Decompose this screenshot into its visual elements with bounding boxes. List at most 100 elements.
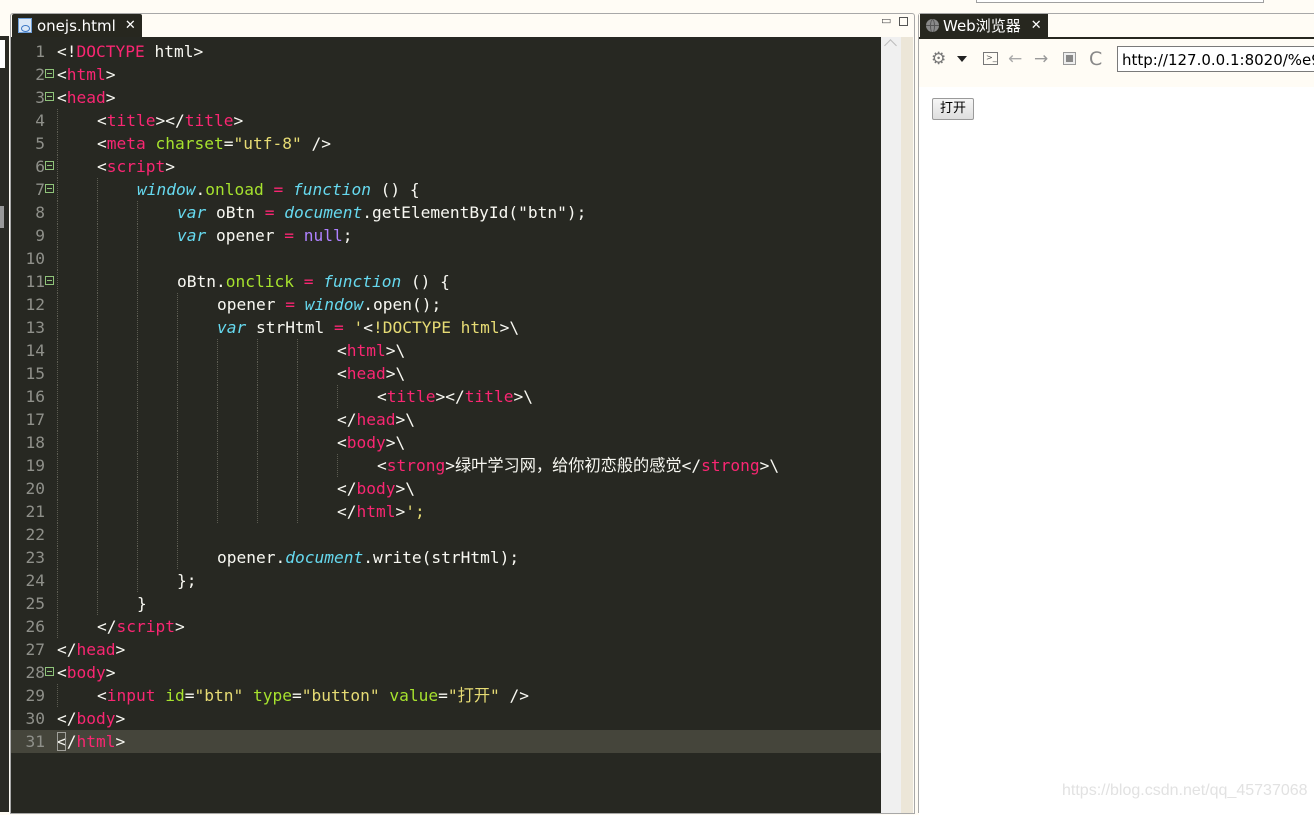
code-line[interactable]: 16 <title></title>\ <box>11 385 881 408</box>
minimize-icon[interactable]: ▭ <box>881 14 891 27</box>
indent-guide <box>97 431 98 454</box>
scroll-up-icon[interactable] <box>884 39 897 52</box>
code-line[interactable]: 8 var oBtn = document.getElementById("btn… <box>11 201 881 224</box>
indent-guide <box>257 477 258 500</box>
fold-collapse-icon[interactable] <box>45 69 54 78</box>
code-text: <meta charset="utf-8" /> <box>97 132 331 155</box>
forward-arrow-icon[interactable]: → <box>1034 50 1048 68</box>
code-token-kw: document <box>284 203 363 222</box>
indent-guide <box>57 132 58 155</box>
close-tab-icon[interactable]: ✕ <box>1031 18 1042 33</box>
line-number: 15 <box>25 364 46 383</box>
indent-guide <box>257 408 258 431</box>
code-token-tag: html <box>66 65 106 84</box>
code-line[interactable]: 11 oBtn.onclick = function () { <box>11 270 881 293</box>
code-token-pl: >\ <box>499 318 520 337</box>
code-line[interactable]: 9 var opener = null; <box>11 224 881 247</box>
indent-guide <box>57 615 58 638</box>
code-line[interactable]: 30 </body> <box>11 707 881 730</box>
code-token-pl: </ <box>337 479 357 498</box>
code-line[interactable]: 31 </html> <box>11 730 881 753</box>
code-line[interactable]: 2 <html> <box>11 63 881 86</box>
code-token-pl: < <box>337 364 347 383</box>
code-line[interactable]: 25} <box>11 592 881 615</box>
code-line[interactable]: 21 </html>'; <box>11 500 881 523</box>
line-number: 2 <box>35 65 45 84</box>
indent-guide <box>97 224 98 247</box>
code-token-pl: >\ <box>385 341 406 360</box>
tab-web-browser[interactable]: Web浏览器 ✕ <box>920 14 1048 37</box>
back-arrow-icon[interactable]: ← <box>1008 50 1022 68</box>
code-line[interactable]: 5 <meta charset="utf-8" /> <box>11 132 881 155</box>
code-line[interactable]: 3 <head> <box>11 86 881 109</box>
line-number: 9 <box>35 226 45 245</box>
code-line[interactable]: 6 <script> <box>11 155 881 178</box>
code-line[interactable]: 18 <body>\ <box>11 431 881 454</box>
line-number: 21 <box>25 502 46 521</box>
code-token-pl: >\ <box>385 433 406 452</box>
indent-guide <box>137 293 138 316</box>
code-line[interactable]: 23 opener.document.write(strHtml); <box>11 546 881 569</box>
dropdown-arrow-icon[interactable] <box>957 56 967 62</box>
url-input[interactable]: http://127.0.0.1:8020/%e9% <box>1117 46 1314 72</box>
code-text: opener = window.open(); <box>217 293 441 316</box>
code-token-pl: strHtml <box>246 318 334 337</box>
indent-guide <box>297 477 298 500</box>
code-line[interactable]: 24}; <box>11 569 881 592</box>
code-line[interactable]: 7 window.onload = function () { <box>11 178 881 201</box>
code-line[interactable]: 13 var strHtml = '<!DOCTYPE html>\ <box>11 316 881 339</box>
code-token-pl: >\ <box>759 456 780 475</box>
code-line[interactable]: 26 </script> <box>11 615 881 638</box>
maximize-icon[interactable] <box>899 17 908 26</box>
open-button[interactable]: 打开 <box>932 98 974 120</box>
indent-guide <box>137 339 138 362</box>
code-token-pl: = <box>223 134 234 153</box>
code-line[interactable]: 22 <box>11 523 881 546</box>
watermark: https://blog.csdn.net/qq_45737068 <box>1062 782 1308 799</box>
code-token-pl: >\ <box>395 479 415 498</box>
code-text: <body>\ <box>337 431 405 454</box>
code-line[interactable]: 14 <html>\ <box>11 339 881 362</box>
code-line[interactable]: 15 <head>\ <box>11 362 881 385</box>
code-token-kw: function <box>292 180 371 199</box>
stop-icon[interactable] <box>1063 52 1076 65</box>
tab-onejs-html[interactable]: onejs.html ✕ <box>12 14 142 37</box>
code-line[interactable]: 12 opener = window.open(); <box>11 293 881 316</box>
code-line[interactable]: 20 </body>\ <box>11 477 881 500</box>
close-tab-icon[interactable]: ✕ <box>125 18 136 33</box>
fold-collapse-icon[interactable] <box>45 161 54 170</box>
code-line[interactable]: 27 </head> <box>11 638 881 661</box>
code-line[interactable]: 28 <body> <box>11 661 881 684</box>
code-token-op: = <box>303 272 314 291</box>
code-token-kw: var <box>177 203 207 222</box>
indent-guide <box>337 385 338 408</box>
fold-collapse-icon[interactable] <box>45 92 54 101</box>
code-token-tag: head <box>356 410 396 429</box>
code-line[interactable]: 4 <title></title> <box>11 109 881 132</box>
code-line[interactable]: 29 <input id="btn" type="button" value="打… <box>11 684 881 707</box>
code-token-pl: ></ <box>155 111 185 130</box>
code-line[interactable]: 17 </head>\ <box>11 408 881 431</box>
fold-collapse-icon[interactable] <box>45 184 54 193</box>
settings-gear-icon[interactable]: ⚙ <box>931 50 946 68</box>
reload-icon[interactable]: C <box>1089 50 1102 69</box>
fold-collapse-icon[interactable] <box>45 276 54 285</box>
left-pane-scrollbar[interactable] <box>0 206 4 228</box>
code-line[interactable]: 10 <box>11 247 881 270</box>
fold-collapse-icon[interactable] <box>45 667 54 676</box>
code-token-pl: }; <box>177 571 197 590</box>
code-token-op: = <box>285 295 295 314</box>
indent-guide <box>137 316 138 339</box>
code-token-pl: </ <box>57 709 77 728</box>
indent-guide <box>217 339 218 362</box>
vertical-scrollbar[interactable] <box>881 37 901 813</box>
code-token-tag: DOCTYPE <box>76 42 145 61</box>
code-token-pl: < <box>57 88 67 107</box>
terminal-icon[interactable]: >_ <box>983 52 998 65</box>
code-line[interactable]: 19 <strong>绿叶学习网，给你初恋般的感觉</strong>\ <box>11 454 881 477</box>
code-line[interactable]: 1 <!DOCTYPE html> <box>11 40 881 63</box>
code-editor[interactable]: 1 <!DOCTYPE html> 2 <html> 3 <head> 4 <title></… <box>11 37 881 813</box>
top-search-field[interactable] <box>976 0 1264 3</box>
code-token-pl: < <box>337 341 347 360</box>
